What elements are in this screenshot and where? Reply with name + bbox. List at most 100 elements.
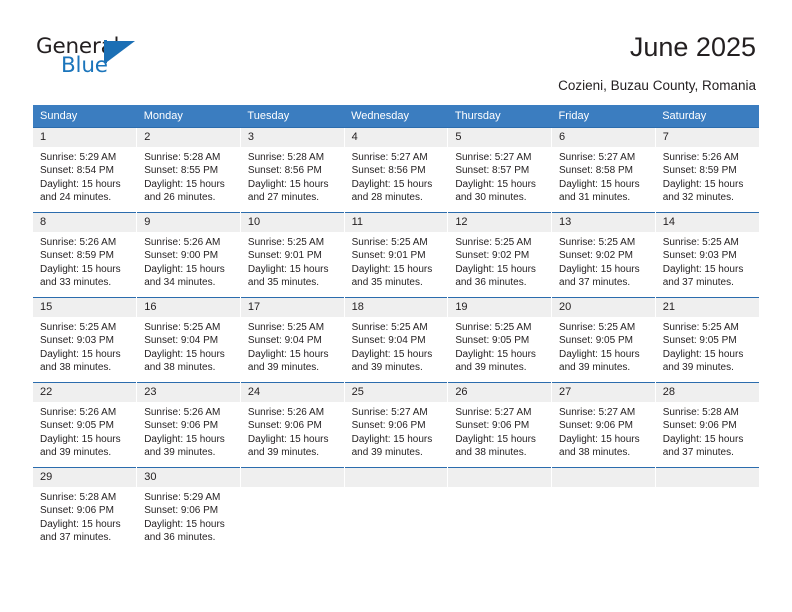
sunset-time: Sunset: 9:03 PM [662,250,737,262]
day-details: Sunrise: 5:27 AM Sunset: 8:56 PM Daylight:… [345,147,448,205]
sunset-time: Sunset: 9:06 PM [144,505,219,517]
daylight-duration-line2: and 37 minutes. [40,532,112,544]
logo-triangle-icon [107,41,135,62]
calendar-day-cell[interactable]: 21 Sunrise: 5:25 AM Sunset: 9:05 PM Dayligh… [654,297,759,383]
sunset-time: Sunset: 9:01 PM [351,250,426,262]
daylight-duration-line1: Daylight: 15 hours [144,348,225,360]
day-number: 7 [655,128,759,147]
calendar-day-cell[interactable]: 2 Sunrise: 5:28 AM Sunset: 8:55 PM Daylight… [136,127,241,213]
day-details: Sunrise: 5:25 AM Sunset: 9:04 PM Daylight:… [345,317,448,375]
sunrise-time: Sunrise: 5:26 AM [247,407,325,418]
calendar-day-cell[interactable]: 18 Sunrise: 5:25 AM Sunset: 9:04 PM Dayligh… [343,297,448,383]
daylight-duration-line1: Daylight: 15 hours [247,348,329,360]
calendar-day-cell[interactable]: 6 Sunrise: 5:27 AM Sunset: 8:58 PM Daylight… [551,127,656,213]
daylight-duration-line1: Daylight: 15 hours [40,433,121,445]
daylight-duration-line2: and 31 minutes. [559,192,631,204]
day-details: Sunrise: 5:25 AM Sunset: 9:04 PM Daylight:… [241,317,344,375]
calendar-day-cell-empty [447,467,552,552]
day-details: Sunrise: 5:29 AM Sunset: 8:54 PM Daylight:… [33,147,136,205]
day-number: 30 [137,468,240,487]
general-blue-logo[interactable]: General Blue [36,36,156,82]
weekday-header-row: Sunday Monday Tuesday Wednesday Thursday… [33,105,759,128]
sunset-time: Sunset: 9:05 PM [662,335,737,347]
calendar-day-cell[interactable]: 19 Sunrise: 5:25 AM Sunset: 9:05 PM Dayligh… [447,297,552,383]
calendar-day-cell[interactable]: 14 Sunrise: 5:25 AM Sunset: 9:03 PM Dayligh… [654,212,759,298]
calendar-day-cell[interactable]: 26 Sunrise: 5:27 AM Sunset: 9:06 PM Dayligh… [447,382,552,468]
calendar-day-cell[interactable]: 13 Sunrise: 5:25 AM Sunset: 9:02 PM Dayligh… [551,212,656,298]
day-number: 6 [552,128,655,147]
calendar-day-cell[interactable]: 24 Sunrise: 5:26 AM Sunset: 9:06 PM Dayligh… [239,382,345,468]
daylight-duration-line2: and 33 minutes. [40,277,112,289]
daylight-duration-line1: Daylight: 15 hours [455,178,536,190]
daylight-duration-line2: and 38 minutes. [455,447,527,459]
day-details [241,487,344,491]
calendar-day-cell[interactable]: 28 Sunrise: 5:28 AM Sunset: 9:06 PM Dayligh… [654,382,759,468]
calendar-day-cell[interactable]: 27 Sunrise: 5:27 AM Sunset: 9:06 PM Dayligh… [551,382,656,468]
daylight-duration-line1: Daylight: 15 hours [247,178,329,190]
calendar-day-cell[interactable]: 30 Sunrise: 5:29 AM Sunset: 9:06 PM Dayligh… [136,467,241,552]
day-number: 20 [552,298,655,317]
sunrise-time: Sunrise: 5:25 AM [455,322,532,333]
calendar-day-cell[interactable]: 11 Sunrise: 5:25 AM Sunset: 9:01 PM Dayligh… [343,212,448,298]
daylight-duration-line2: and 39 minutes. [144,447,216,459]
calendar-day-cell[interactable]: 16 Sunrise: 5:25 AM Sunset: 9:04 PM Dayligh… [136,297,241,383]
daylight-duration-line2: and 28 minutes. [351,192,423,204]
day-details: Sunrise: 5:26 AM Sunset: 8:59 PM Daylight:… [33,232,136,290]
sunset-time: Sunset: 9:06 PM [40,505,114,517]
sunrise-time: Sunrise: 5:28 AM [144,152,221,163]
calendar-day-cell[interactable]: 29 Sunrise: 5:28 AM Sunset: 9:06 PM Dayligh… [33,467,137,552]
calendar-day-cell[interactable]: 22 Sunrise: 5:26 AM Sunset: 9:05 PM Dayligh… [33,382,137,468]
daylight-duration-line1: Daylight: 15 hours [455,263,536,275]
calendar-day-cell[interactable]: 23 Sunrise: 5:26 AM Sunset: 9:06 PM Dayligh… [136,382,241,468]
day-details [552,487,655,491]
daylight-duration-line2: and 39 minutes. [455,362,527,374]
sunrise-time: Sunrise: 5:25 AM [351,322,428,333]
calendar-day-cell[interactable]: 7 Sunrise: 5:26 AM Sunset: 8:59 PM Daylight… [654,127,759,213]
day-number: 26 [448,383,552,402]
calendar-day-cell[interactable]: 20 Sunrise: 5:25 AM Sunset: 9:05 PM Dayligh… [551,297,656,383]
day-details: Sunrise: 5:25 AM Sunset: 9:05 PM Daylight:… [552,317,655,375]
sunset-time: Sunset: 9:06 PM [455,420,530,432]
calendar-day-cell[interactable]: 17 Sunrise: 5:25 AM Sunset: 9:04 PM Dayligh… [239,297,345,383]
calendar-day-cell[interactable]: 4 Sunrise: 5:27 AM Sunset: 8:56 PM Daylight… [343,127,448,213]
day-details: Sunrise: 5:25 AM Sunset: 9:05 PM Daylight:… [656,317,759,375]
calendar-day-cell[interactable]: 1 Sunrise: 5:29 AM Sunset: 8:54 PM Daylight… [33,127,137,213]
calendar-day-cell[interactable]: 3 Sunrise: 5:28 AM Sunset: 8:56 PM Daylight… [239,127,345,213]
calendar-day-cell[interactable]: 12 Sunrise: 5:25 AM Sunset: 9:02 PM Dayligh… [447,212,552,298]
day-number: 27 [552,383,655,402]
daylight-duration-line2: and 39 minutes. [351,447,423,459]
daylight-duration-line1: Daylight: 15 hours [40,178,121,190]
day-number: 1 [33,128,137,147]
day-details: Sunrise: 5:29 AM Sunset: 9:06 PM Daylight:… [137,487,240,545]
day-number: 28 [655,383,759,402]
daylight-duration-line2: and 35 minutes. [351,277,423,289]
calendar-day-cell[interactable]: 10 Sunrise: 5:25 AM Sunset: 9:01 PM Dayligh… [239,212,345,298]
calendar-day-cell[interactable]: 25 Sunrise: 5:27 AM Sunset: 9:06 PM Dayligh… [343,382,448,468]
sunset-time: Sunset: 9:04 PM [351,335,426,347]
day-number: 23 [137,383,240,402]
calendar-day-cell[interactable]: 5 Sunrise: 5:27 AM Sunset: 8:57 PM Daylight… [447,127,552,213]
day-number: 15 [33,298,137,317]
daylight-duration-line2: and 39 minutes. [40,447,112,459]
sunrise-time: Sunrise: 5:25 AM [559,237,636,248]
day-number: 24 [240,383,344,402]
sunset-time: Sunset: 9:06 PM [247,420,322,432]
calendar-week-row: 8 Sunrise: 5:26 AM Sunset: 8:59 PM Daylight… [33,212,759,298]
sunset-time: Sunset: 9:06 PM [559,420,633,432]
sunset-time: Sunset: 9:05 PM [40,420,114,432]
day-number: 29 [33,468,137,487]
daylight-duration-line1: Daylight: 15 hours [144,518,225,530]
day-details: Sunrise: 5:26 AM Sunset: 9:05 PM Daylight:… [33,402,136,460]
day-number: 5 [448,128,552,147]
daylight-duration-line2: and 38 minutes. [40,362,112,374]
day-number [344,468,448,487]
day-details: Sunrise: 5:25 AM Sunset: 9:01 PM Daylight:… [241,232,344,290]
sunset-time: Sunset: 8:54 PM [40,165,114,177]
day-number: 17 [240,298,344,317]
calendar-day-cell[interactable]: 8 Sunrise: 5:26 AM Sunset: 8:59 PM Daylight… [33,212,137,298]
calendar-day-cell[interactable]: 9 Sunrise: 5:26 AM Sunset: 9:00 PM Daylight… [136,212,241,298]
sunrise-time: Sunrise: 5:25 AM [662,322,739,333]
sunrise-time: Sunrise: 5:27 AM [559,152,636,163]
calendar-week-row: 22 Sunrise: 5:26 AM Sunset: 9:05 PM Dayligh… [33,382,759,468]
calendar-day-cell[interactable]: 15 Sunrise: 5:25 AM Sunset: 9:03 PM Dayligh… [33,297,137,383]
